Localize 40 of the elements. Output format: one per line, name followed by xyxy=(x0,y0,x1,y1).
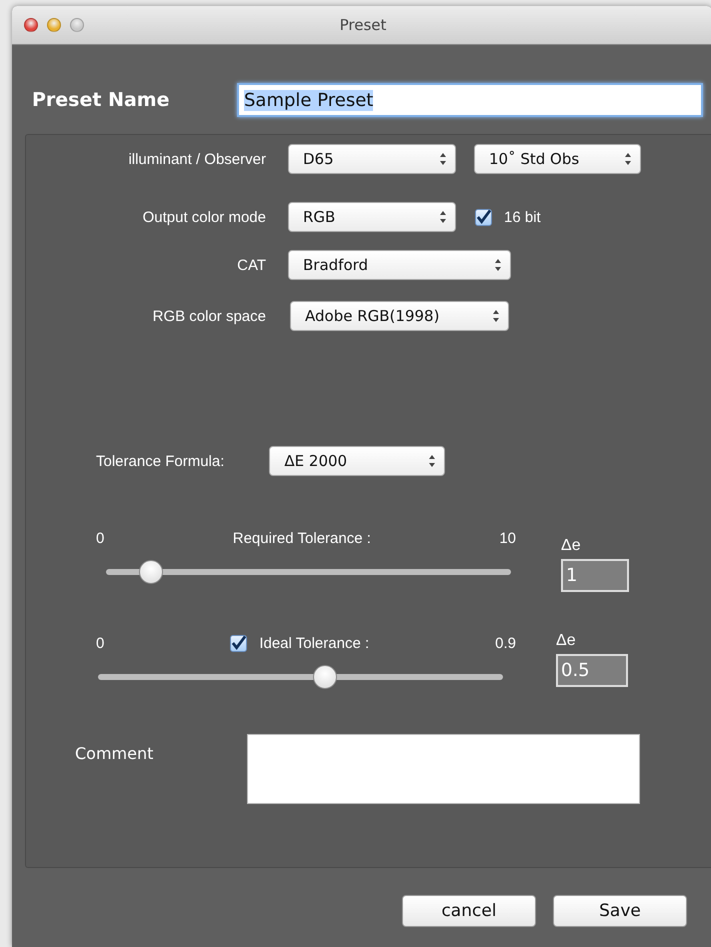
dropdown[interactable]: Bradford xyxy=(288,250,511,280)
field-label: Tolerance Formula: xyxy=(96,452,224,470)
min-label: 0 xyxy=(96,634,104,652)
checkbox[interactable] xyxy=(230,634,248,652)
stepper-arrows-icon xyxy=(492,309,500,323)
dropdown[interactable]: ΔE 2000 xyxy=(269,446,446,476)
field-label: Output color mode xyxy=(142,208,266,226)
dropdown[interactable]: D65 xyxy=(288,144,456,174)
slider-label: Ideal Tolerance : xyxy=(259,634,370,652)
dropdown[interactable]: RGB xyxy=(288,202,456,232)
value-field[interactable]: 0.5 xyxy=(556,654,628,687)
stepper-arrows-icon xyxy=(624,152,632,166)
max-label: 10 xyxy=(499,530,516,546)
field-label: Comment xyxy=(75,744,154,765)
comment-field[interactable] xyxy=(247,734,640,804)
save-button[interactable]: Save xyxy=(553,895,687,927)
max-label: 0.9 xyxy=(495,634,516,652)
stepper-arrows-icon xyxy=(428,454,436,468)
stepper-arrows-icon xyxy=(494,258,502,272)
field-label: CAT xyxy=(236,256,266,274)
slider-label: Required Tolerance : xyxy=(232,530,371,546)
unit-label: Δe xyxy=(556,632,577,650)
stepper-arrows-icon xyxy=(439,210,447,224)
window-title: Preset xyxy=(340,16,386,34)
close-button[interactable] xyxy=(24,18,38,32)
slider-thumb[interactable] xyxy=(138,560,163,584)
dropdown[interactable]: Adobe RGB(1998) xyxy=(290,301,509,331)
field-label: illuminant / Observer xyxy=(127,150,266,168)
checkbox[interactable] xyxy=(475,208,492,226)
stepper-arrows-icon xyxy=(439,152,447,166)
unit-label: Δe xyxy=(561,537,582,555)
cancel-button[interactable]: cancel xyxy=(402,895,536,927)
slider-thumb[interactable] xyxy=(312,665,337,689)
field-label: RGB color space xyxy=(152,308,266,324)
min-label: 0 xyxy=(96,530,104,546)
dropdown[interactable]: 10˚ Std Obs xyxy=(474,144,641,174)
checkbox-label: 16 bit xyxy=(504,208,541,226)
preset-name-field[interactable]: Sample Preset xyxy=(237,83,703,117)
value-field[interactable]: 1 xyxy=(561,559,629,592)
field-label: Preset Name xyxy=(32,89,170,111)
